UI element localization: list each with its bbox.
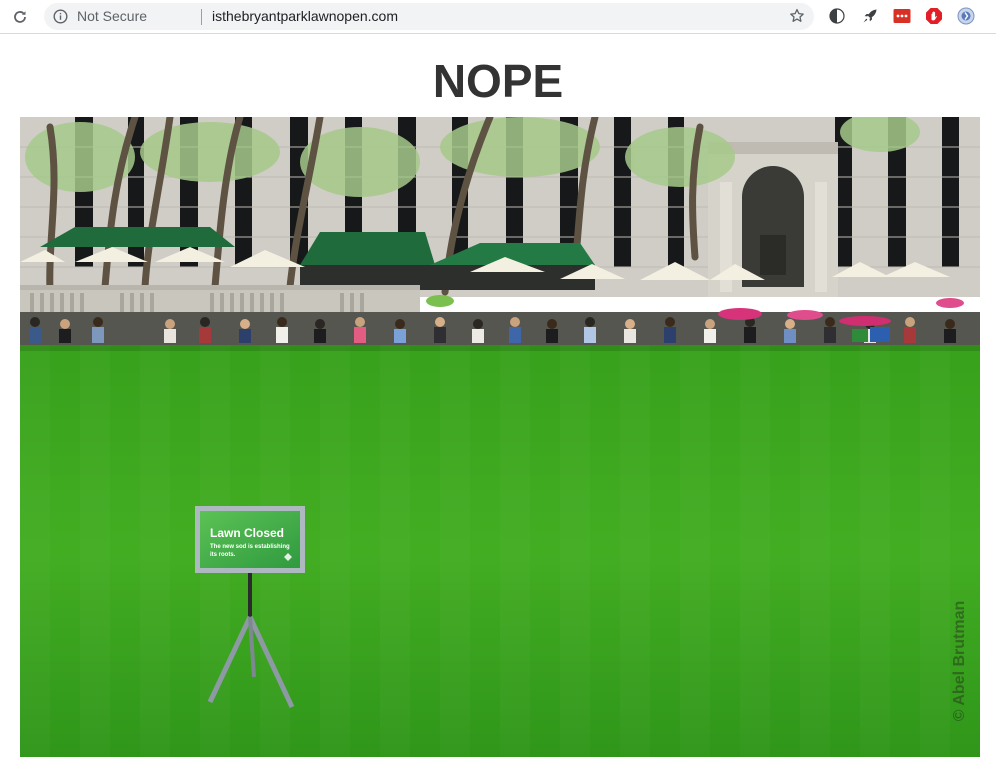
sign-line-1: The new sod is establishing (210, 544, 290, 550)
photo-credit-text: © Abel Brutman (951, 600, 968, 722)
browser-toolbar: Not Secure isthebryantparklawnopen.com (0, 0, 996, 34)
reload-icon[interactable] (10, 7, 30, 27)
star-icon[interactable] (788, 7, 806, 25)
lawn-photo: Lawn Closed The new sod is establishing … (20, 117, 980, 757)
red-dots-extension-icon[interactable] (893, 7, 911, 25)
rocket-extension-icon[interactable] (861, 7, 879, 25)
sign-title: Lawn Closed (210, 526, 284, 540)
page-headline: NOPE (432, 55, 564, 107)
omnibox-divider (201, 9, 202, 25)
lawn-photo-graphic: Lawn Closed The new sod is establishing … (20, 117, 980, 757)
half-moon-extension-icon[interactable] (828, 7, 846, 25)
sign-line-2: its roots. (210, 552, 236, 558)
adblock-extension-icon[interactable] (925, 7, 943, 25)
url-text[interactable]: isthebryantparklawnopen.com (212, 8, 398, 24)
info-icon[interactable] (53, 9, 68, 24)
address-bar[interactable]: Not Secure isthebryantparklawnopen.com (44, 3, 814, 30)
globe-extension-icon[interactable] (957, 7, 975, 25)
security-label[interactable]: Not Secure (77, 8, 147, 24)
